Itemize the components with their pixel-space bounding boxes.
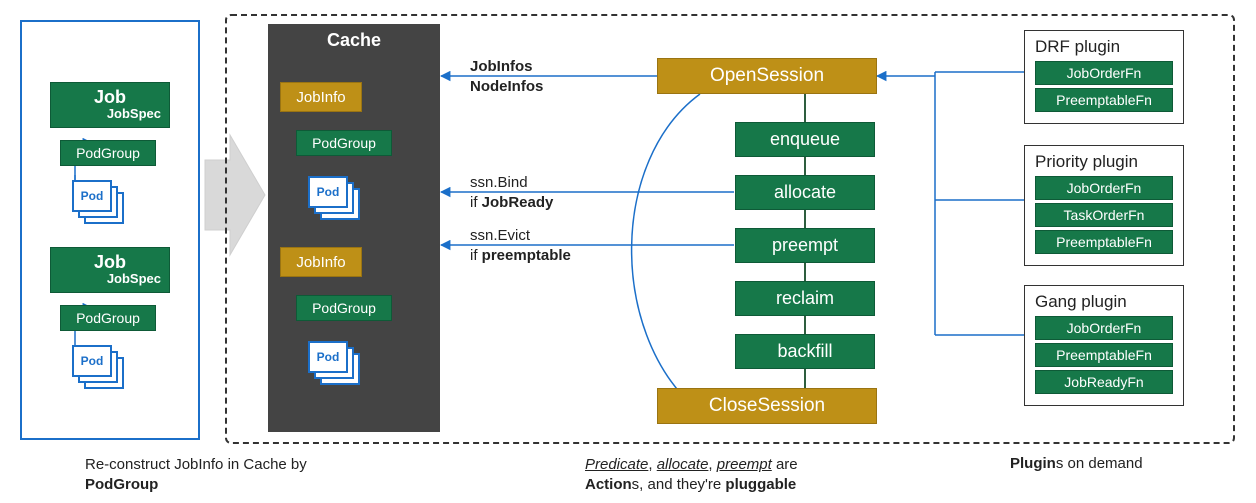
caption-right: Plugins on demand <box>1010 455 1143 472</box>
caption-right-rest: s on demand <box>1056 455 1143 472</box>
caption-c2-after: are <box>772 456 798 473</box>
plugin-drf: DRF plugin JobOrderFn PreemptableFn <box>1024 30 1184 124</box>
caption-left-line1: Re-construct JobInfo in Cache by <box>85 456 307 473</box>
plugin-drf-fn2: PreemptableFn <box>1035 88 1173 112</box>
open-session-label: OpenSession <box>710 65 824 87</box>
plugin-gang-fn1: JobOrderFn <box>1035 316 1173 340</box>
plugin-gang-title: Gang plugin <box>1035 292 1173 312</box>
caption-c2-b2: pluggable <box>725 476 796 493</box>
preempt-label: preempt <box>772 235 838 256</box>
edge-nodeinfos: NodeInfos <box>470 78 543 95</box>
jobinfo-box-1: JobInfo <box>280 82 362 112</box>
close-session-label: CloseSession <box>709 395 825 417</box>
preemptable-bold: preemptable <box>482 247 571 264</box>
podgroup-box-2: PodGroup <box>60 305 156 331</box>
if-prefix-2: if <box>470 247 482 264</box>
action-reclaim: reclaim <box>735 281 875 316</box>
if-prefix: if <box>470 194 482 211</box>
job-label: Job <box>59 87 161 108</box>
plugin-gang-fn2: PreemptableFn <box>1035 343 1173 367</box>
jobready-bold: JobReady <box>482 194 554 211</box>
cache-title: Cache <box>268 30 440 51</box>
edge-jobready: if JobReady <box>470 194 553 211</box>
plugin-priority: Priority plugin JobOrderFn TaskOrderFn P… <box>1024 145 1184 266</box>
caption-center: Predicate, allocate, preempt are Actions… <box>585 455 945 496</box>
pod-label-2: Pod <box>81 354 104 368</box>
jobinfo-label: JobInfo <box>296 89 345 106</box>
podgroup-label-2: PodGroup <box>76 310 140 326</box>
plugin-priority-fn1: JobOrderFn <box>1035 176 1173 200</box>
enqueue-label: enqueue <box>770 129 840 150</box>
edge-jobinfos: JobInfos <box>470 58 533 75</box>
cache-podgroup-1: PodGroup <box>296 130 392 156</box>
edge-ssnbind: ssn.Bind <box>470 174 528 191</box>
plugin-priority-title: Priority plugin <box>1035 152 1173 172</box>
edge-preemptable: if preemptable <box>470 247 571 264</box>
job-box-1: Job JobSpec <box>50 82 170 128</box>
job-label-2: Job <box>59 252 161 273</box>
plugin-drf-fn1: JobOrderFn <box>1035 61 1173 85</box>
backfill-label: backfill <box>777 341 832 362</box>
podgroup-box-1: PodGroup <box>60 140 156 166</box>
edge-ssnevict: ssn.Evict <box>470 227 530 244</box>
reclaim-label: reclaim <box>776 288 834 309</box>
caption-left: Re-construct JobInfo in Cache by PodGrou… <box>85 455 385 496</box>
action-preempt: preempt <box>735 228 875 263</box>
podgroup-label: PodGroup <box>76 145 140 161</box>
caption-left-bold: PodGroup <box>85 476 158 493</box>
action-backfill: backfill <box>735 334 875 369</box>
jobinfo-label-2: JobInfo <box>296 254 345 271</box>
plugin-priority-fn3: PreemptableFn <box>1035 230 1173 254</box>
plugin-drf-title: DRF plugin <box>1035 37 1173 57</box>
cache-podgroup-label-2: PodGroup <box>312 300 376 316</box>
action-enqueue: enqueue <box>735 122 875 157</box>
cache-podgroup-2: PodGroup <box>296 295 392 321</box>
jobspec-label: JobSpec <box>59 106 161 121</box>
plugin-gang-fn3: JobReadyFn <box>1035 370 1173 394</box>
job-box-2: Job JobSpec <box>50 247 170 293</box>
caption-c2-it3: preempt <box>717 456 772 473</box>
jobinfo-box-2: JobInfo <box>280 247 362 277</box>
caption-c2-mid: s, and they're <box>632 476 726 493</box>
cache-pod-label-2: Pod <box>317 350 340 364</box>
allocate-label: allocate <box>774 182 836 203</box>
pod-label: Pod <box>81 189 104 203</box>
action-allocate: allocate <box>735 175 875 210</box>
plugin-priority-fn2: TaskOrderFn <box>1035 203 1173 227</box>
cache-podgroup-label: PodGroup <box>312 135 376 151</box>
caption-c2-it2: allocate <box>657 456 709 473</box>
caption-c2-it1: Predicate <box>585 456 648 473</box>
caption-right-bold: Plugin <box>1010 455 1056 472</box>
plugin-gang: Gang plugin JobOrderFn PreemptableFn Job… <box>1024 285 1184 406</box>
caption-c2-b1: Action <box>585 476 632 493</box>
close-session-box: CloseSession <box>657 388 877 424</box>
cache-pod-label: Pod <box>317 185 340 199</box>
open-session-box: OpenSession <box>657 58 877 94</box>
jobspec-label-2: JobSpec <box>59 271 161 286</box>
